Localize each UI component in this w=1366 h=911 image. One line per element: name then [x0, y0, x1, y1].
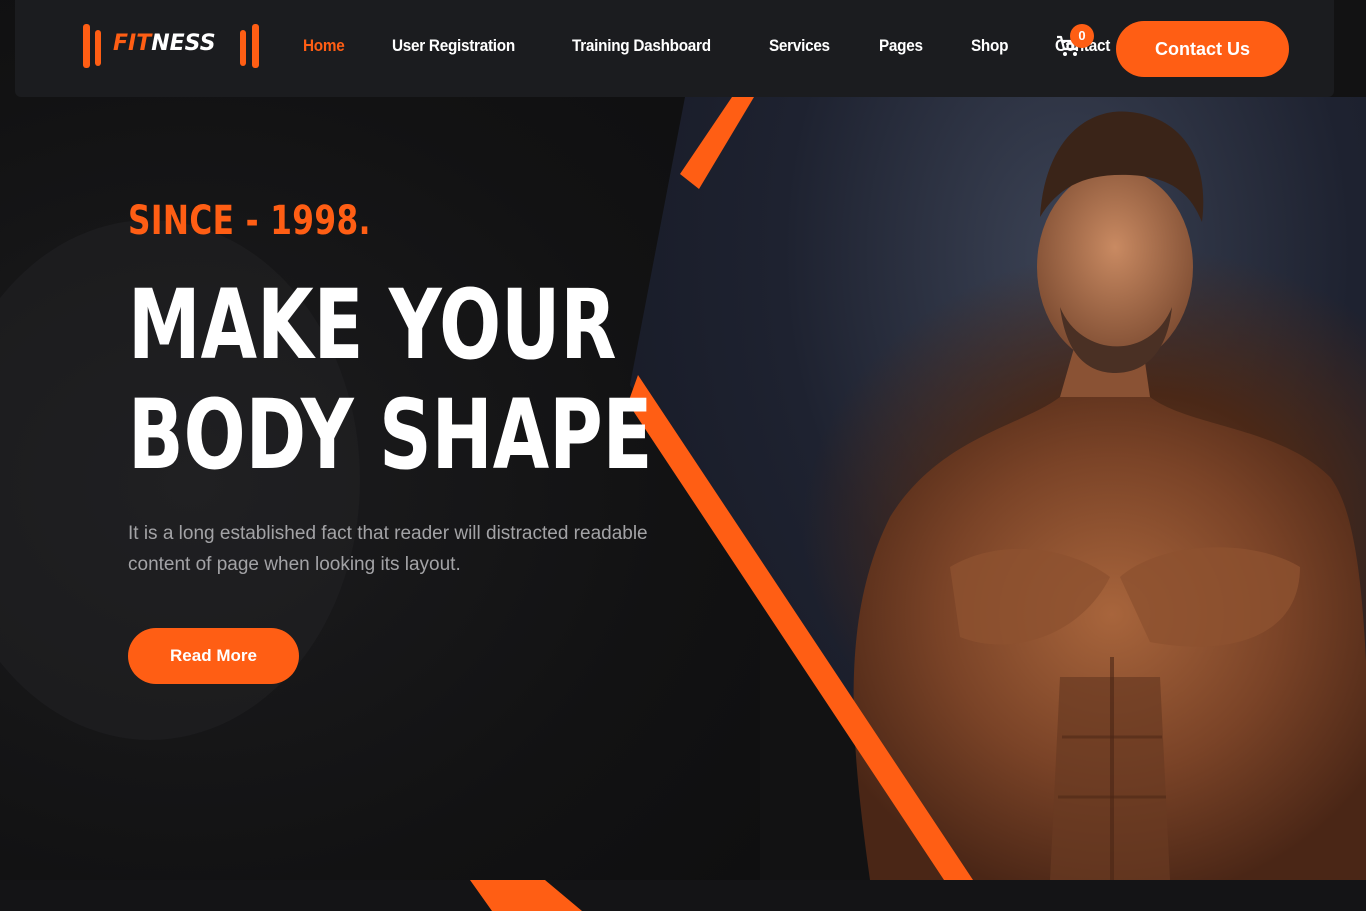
hero-headline: MAKE YOUR BODY SHAPE: [128, 270, 653, 490]
logo-dumbbell-icon: [252, 24, 259, 68]
site-logo[interactable]: FITNESS: [83, 22, 263, 72]
nav-item-user-registration[interactable]: User Registration: [392, 36, 515, 56]
site-header: FITNESS Home User Registration Training …: [15, 0, 1334, 97]
hero-eyebrow: SINCE - 1998.: [128, 198, 371, 244]
logo-wordmark: FITNESS: [113, 31, 216, 56]
nav-item-pages[interactable]: Pages: [879, 36, 923, 56]
contact-us-button[interactable]: Contact Us: [1116, 21, 1289, 77]
section-divider: [0, 880, 1366, 911]
logo-dumbbell-icon: [83, 24, 90, 68]
cart-count-badge: 0: [1070, 24, 1094, 48]
headline-line: MAKE YOUR: [128, 269, 617, 381]
read-more-button[interactable]: Read More: [128, 628, 299, 684]
logo-dumbbell-icon: [95, 30, 101, 66]
nav-item-services[interactable]: Services: [769, 36, 830, 56]
main-navigation: Home User Registration Training Dashboar…: [303, 36, 1160, 56]
hero-description: It is a long established fact that reade…: [128, 523, 648, 575]
athlete-figure-image: [853, 111, 1366, 880]
headline-line: BODY SHAPE: [128, 379, 653, 491]
nav-item-shop[interactable]: Shop: [971, 36, 1008, 56]
logo-dumbbell-icon: [240, 30, 246, 66]
nav-item-home[interactable]: Home: [303, 36, 345, 56]
nav-item-training-dashboard[interactable]: Training Dashboard: [572, 36, 711, 56]
